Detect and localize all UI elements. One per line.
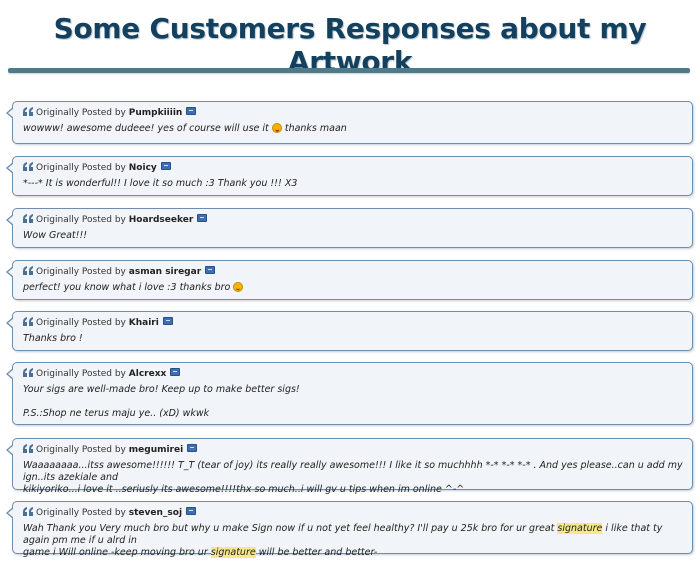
quote-text: *---* It is wonderful!! I love it so muc… <box>23 178 684 190</box>
quote-block: Originally Posted by Hoardseeker Wow Gre… <box>6 208 693 248</box>
quote-line: P.S.:Shop ne terus maju ye.. (xD) wkwk <box>23 408 210 419</box>
quote-icon <box>23 162 33 171</box>
quote-block: Originally Posted by asman siregar perfe… <box>6 260 693 300</box>
view-post-icon[interactable] <box>205 266 216 274</box>
quote-block: Originally Posted by Pumpkiiiin wowww! a… <box>6 101 693 144</box>
view-post-icon[interactable] <box>186 107 197 115</box>
quote-text: wowww! awesome dudeee! yes of course wil… <box>23 123 684 135</box>
quote-icon <box>23 368 33 377</box>
poster-name[interactable]: steven_soj <box>129 508 182 518</box>
view-post-icon[interactable] <box>197 214 208 222</box>
quote-icon <box>23 317 33 326</box>
poster-name[interactable]: asman siregar <box>129 267 201 277</box>
quote-line: Your sigs are well-made bro! Keep up to … <box>23 384 300 395</box>
quote-header: Originally Posted by Alcrexx <box>23 368 181 380</box>
quote-prefix: Originally Posted by <box>36 267 126 277</box>
quote-block: Originally Posted by Khairi Thanks bro ! <box>6 311 693 351</box>
poster-name[interactable]: megumirei <box>129 445 183 455</box>
highlighted-keyword: signature <box>210 547 256 558</box>
quote-header: Originally Posted by Khairi <box>23 317 173 329</box>
tongue-smiley-icon <box>271 123 282 133</box>
quote-header: Originally Posted by asman siregar <box>23 266 216 278</box>
quote-text: Wah Thank you Very much bro but why u ma… <box>23 523 684 559</box>
quote-prefix: Originally Posted by <box>36 369 126 379</box>
quote-line: *---* It is wonderful!! I love it so muc… <box>23 178 298 189</box>
quote-segment: will be better and better- <box>255 547 378 558</box>
poster-name[interactable]: Alcrexx <box>129 369 167 379</box>
quote-line: Wow Great!!! <box>23 230 88 241</box>
quote-text: Wow Great!!! <box>23 230 684 242</box>
quote-header: Originally Posted by Hoardseeker <box>23 214 208 226</box>
title-divider <box>8 68 690 73</box>
quote-line: wowww! awesome dudeee! yes of course wil… <box>23 123 269 134</box>
quote-icon <box>23 266 33 275</box>
quote-block: Originally Posted by megumirei Waaaaaaaa… <box>6 438 693 495</box>
quote-icon <box>23 214 33 223</box>
quote-line: perfect! you know what i love :3 thanks … <box>23 282 231 293</box>
quote-icon <box>23 107 33 116</box>
quote-segment: Wah Thank you Very much bro but why u ma… <box>23 523 558 534</box>
quote-header: Originally Posted by steven_soj <box>23 507 197 519</box>
smiley-icon <box>233 282 244 292</box>
poster-name[interactable]: Khairi <box>129 318 159 328</box>
view-post-icon[interactable] <box>160 162 171 170</box>
quote-line: kikiyoriko...i love it ..seriusly its aw… <box>23 484 465 495</box>
view-post-icon[interactable] <box>186 507 197 515</box>
quote-prefix: Originally Posted by <box>36 215 126 225</box>
poster-name[interactable]: Noicy <box>129 163 157 173</box>
view-post-icon[interactable] <box>170 368 181 376</box>
quote-header: Originally Posted by megumirei <box>23 444 198 456</box>
quote-line: thanks maan <box>284 123 347 134</box>
quote-block: Originally Posted by steven_soj Wah Than… <box>6 501 693 558</box>
quote-text: Your sigs are well-made bro! Keep up to … <box>23 384 684 420</box>
quote-block: Originally Posted by Alcrexx Your sigs a… <box>6 362 693 425</box>
quote-text: Waaaaaaaa...itss awesome!!!!!! T_T (tear… <box>23 460 684 496</box>
quote-line: Wah Thank you Very much bro but why u ma… <box>23 523 684 547</box>
highlighted-keyword: signature <box>557 523 603 534</box>
quote-prefix: Originally Posted by <box>36 163 126 173</box>
quote-text: Thanks bro ! <box>23 333 684 345</box>
quote-line: Waaaaaaaa...itss awesome!!!!!! T_T (tear… <box>23 460 683 483</box>
quote-block: Originally Posted by Noicy *---* It is w… <box>6 156 693 196</box>
quote-icon <box>23 507 33 516</box>
view-post-icon[interactable] <box>162 317 173 325</box>
quote-line: Thanks bro ! <box>23 333 83 344</box>
quote-prefix: Originally Posted by <box>36 108 126 118</box>
quote-line <box>23 396 684 408</box>
quote-prefix: Originally Posted by <box>36 508 126 518</box>
view-post-icon[interactable] <box>187 444 198 452</box>
quote-segment: game i Will online -keep moving bro ur <box>23 547 211 558</box>
quote-prefix: Originally Posted by <box>36 318 126 328</box>
quote-line: game i Will online -keep moving bro ur s… <box>23 547 684 559</box>
quote-header: Originally Posted by Pumpkiiiin <box>23 107 197 119</box>
poster-name[interactable]: Hoardseeker <box>129 215 194 225</box>
quote-prefix: Originally Posted by <box>36 445 126 455</box>
quote-icon <box>23 444 33 453</box>
quote-text: perfect! you know what i love :3 thanks … <box>23 282 684 294</box>
poster-name[interactable]: Pumpkiiiin <box>129 108 183 118</box>
quote-header: Originally Posted by Noicy <box>23 162 171 174</box>
